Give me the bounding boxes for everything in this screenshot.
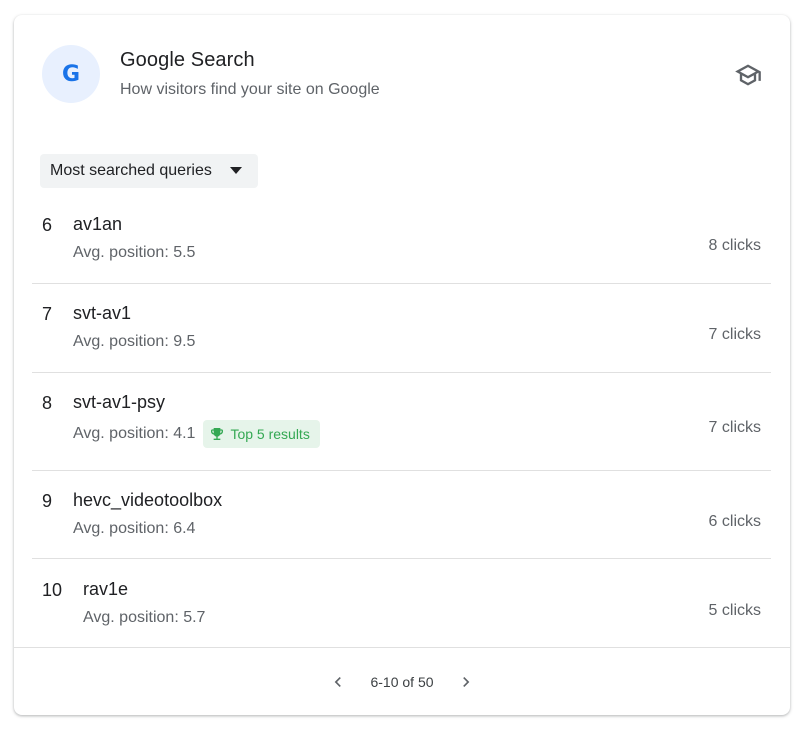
query-text: rav1e [83, 579, 129, 599]
pagination-bar: 6-10 of 50 [14, 647, 790, 715]
query-text: svt-av1 [73, 303, 132, 323]
query-row[interactable]: 9 hevc_videotoolbox Avg. position: 6.4 6… [32, 471, 771, 559]
top-results-badge: Top 5 results [203, 420, 320, 448]
avg-position: Avg. position: 5.7 [83, 609, 206, 626]
query-text: hevc_videotoolbox [73, 490, 223, 510]
query-row[interactable]: 6 av1an Avg. position: 5.5 8 clicks [32, 195, 771, 284]
google-logo-badge: G [42, 45, 100, 103]
chevron-left-icon[interactable] [324, 668, 352, 696]
google-search-card: G Google Search How visitors find your s… [14, 15, 790, 715]
query-list: 6 av1an Avg. position: 5.5 8 clicks 7 sv… [32, 195, 771, 648]
query-row[interactable]: 8 svt-av1-psy Avg. position: 4.1 Top 5 r… [32, 373, 771, 471]
avg-position: Avg. position: 5.5 [73, 244, 196, 261]
top-results-label: Top 5 results [230, 426, 310, 442]
card-subtitle: How visitors find your site on Google [120, 81, 380, 98]
click-count: 5 clicks [708, 602, 761, 619]
query-rank: 7 [42, 304, 53, 324]
query-text: svt-av1-psy [73, 392, 166, 412]
trophy-icon [211, 428, 224, 440]
query-row[interactable]: 7 svt-av1 Avg. position: 9.5 7 clicks [32, 284, 771, 373]
school-icon[interactable] [732, 59, 764, 91]
click-count: 7 clicks [708, 326, 761, 343]
click-count: 7 clicks [708, 419, 761, 436]
click-count: 8 clicks [708, 237, 761, 254]
query-rank: 6 [42, 215, 53, 235]
query-rank: 10 [42, 580, 63, 600]
query-filter-dropdown[interactable]: Most searched queries [40, 154, 258, 188]
click-count: 6 clicks [708, 513, 761, 530]
card-header: G Google Search How visitors find your s… [14, 15, 790, 135]
google-g-letter: G [61, 61, 81, 87]
avg-position-row: Avg. position: 4.1 Top 5 results [73, 420, 320, 448]
pagination-label: 6-10 of 50 [370, 674, 434, 690]
avg-position: Avg. position: 6.4 [73, 520, 196, 537]
query-row[interactable]: 10 rav1e Avg. position: 5.7 5 clicks [32, 559, 771, 648]
avg-position: Avg. position: 9.5 [73, 333, 196, 350]
caret-down-icon [229, 167, 242, 174]
card-title: Google Search [120, 49, 255, 71]
query-rank: 9 [42, 491, 53, 511]
avg-position: Avg. position: 4.1 [73, 425, 196, 442]
query-text: av1an [73, 214, 123, 234]
query-filter-label: Most searched queries [50, 162, 212, 179]
query-rank: 8 [42, 393, 53, 413]
chevron-right-icon[interactable] [452, 668, 480, 696]
